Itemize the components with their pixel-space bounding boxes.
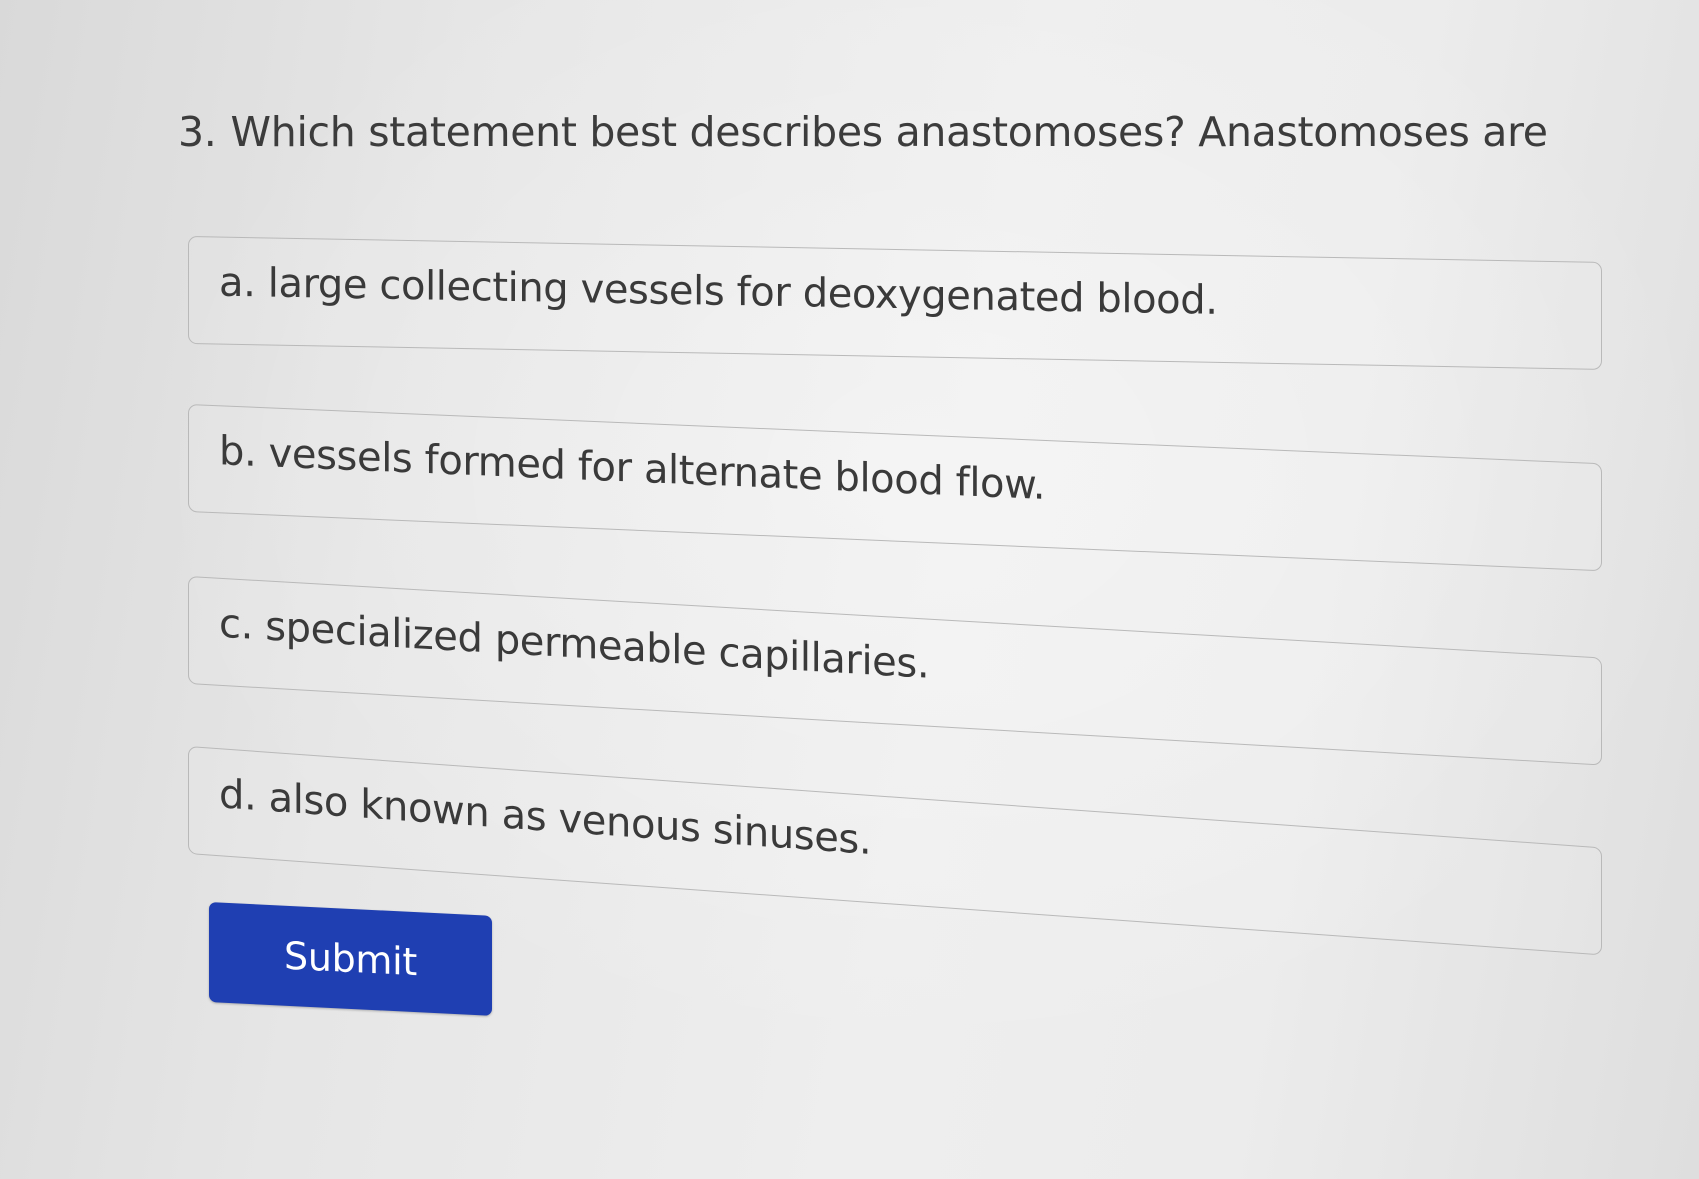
question-heading: 3. Which statement best describes anastom… — [178, 108, 1548, 156]
option-c[interactable]: c. specialized permeable capillaries. — [188, 576, 1602, 766]
option-b-label: b. vessels formed for alternate blood fl… — [219, 428, 1046, 509]
question-text: Which statement best describes anastomos… — [230, 108, 1548, 156]
option-a-label: a. large collecting vessels for deoxygen… — [219, 259, 1218, 324]
option-a[interactable]: a. large collecting vessels for deoxygen… — [188, 236, 1602, 370]
question-number: 3. — [178, 108, 217, 156]
submit-button[interactable]: Submit — [209, 902, 492, 1016]
option-d-label: d. also known as venous sinuses. — [219, 771, 872, 864]
option-b[interactable]: b. vessels formed for alternate blood fl… — [188, 404, 1602, 572]
answer-options: a. large collecting vessels for deoxygen… — [188, 236, 1602, 956]
option-c-label: c. specialized permeable capillaries. — [219, 600, 930, 688]
